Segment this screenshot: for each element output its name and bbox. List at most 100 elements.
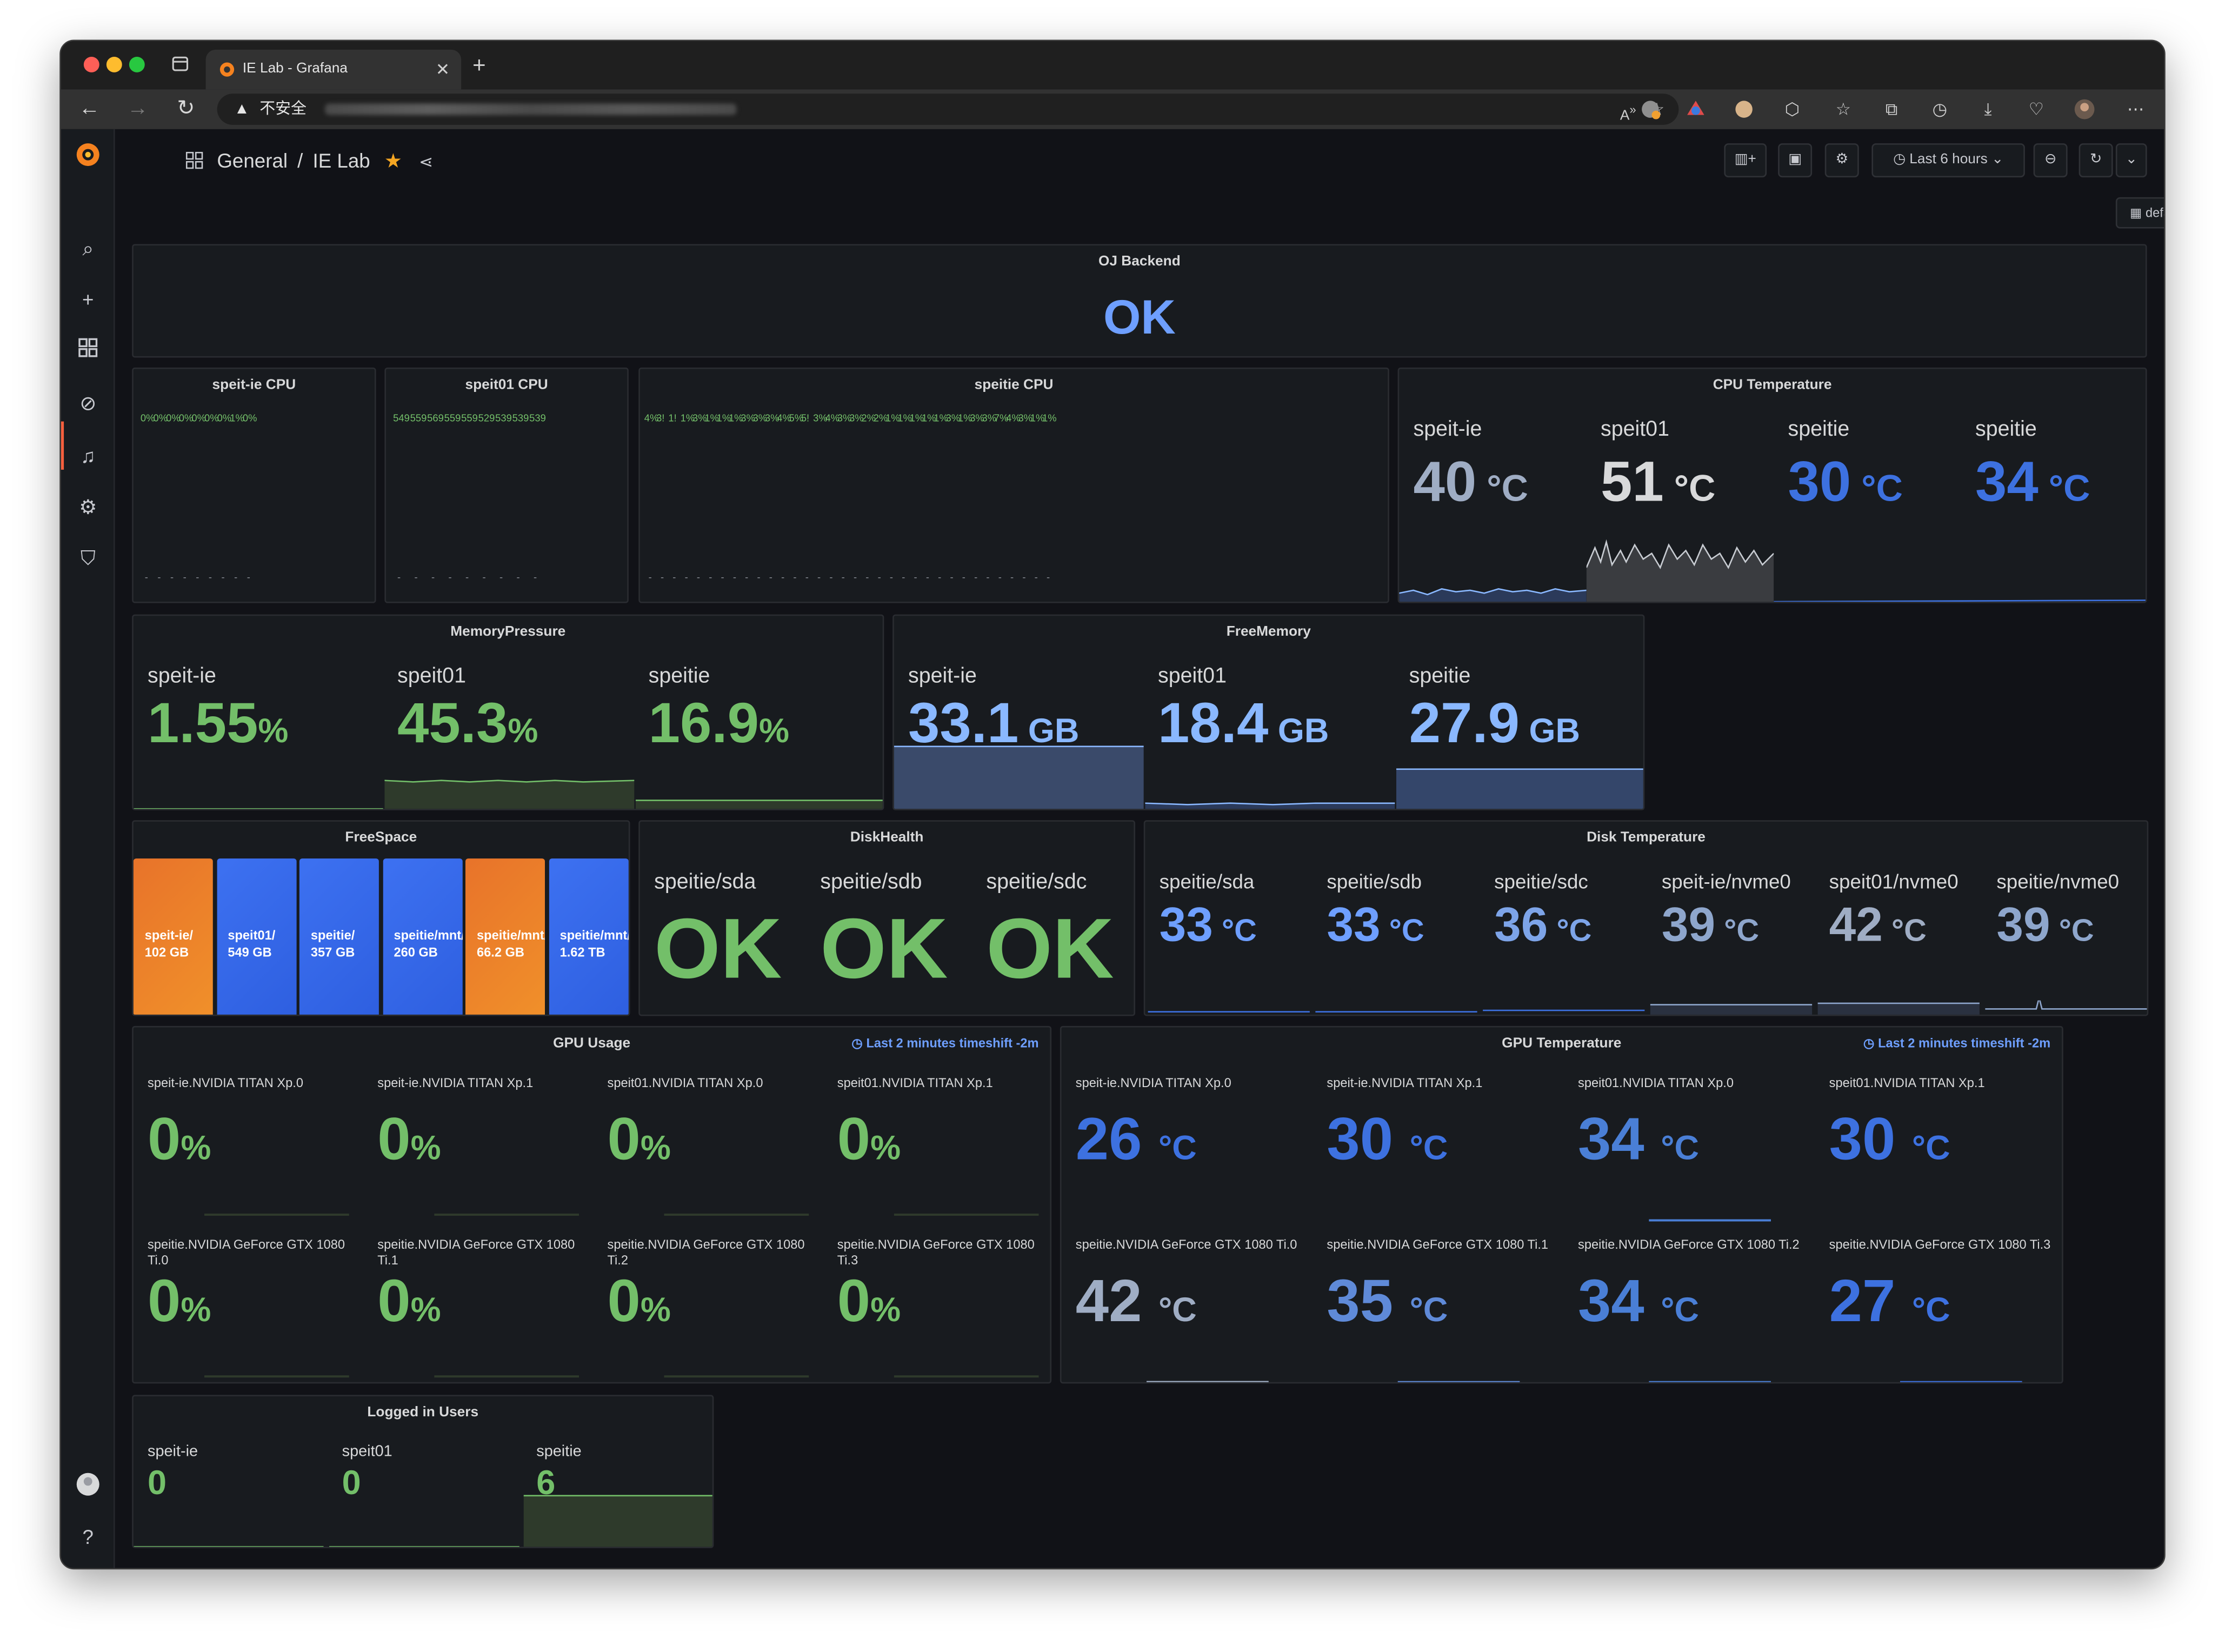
panel-title[interactable]: speitie CPU <box>640 377 1388 393</box>
history-icon[interactable]: ◷ <box>1928 98 1951 121</box>
reload-icon[interactable]: ↻ <box>172 94 201 125</box>
zoom-window-button[interactable] <box>129 57 145 72</box>
stat-label: speit01/nvme0 <box>1829 870 1958 893</box>
help-icon[interactable]: ? <box>74 1523 103 1551</box>
add-panel-button[interactable]: ▥+ <box>1724 143 1767 178</box>
extension-color-icon[interactable] <box>1684 98 1707 121</box>
free-space-tile[interactable]: speitie/357 GB <box>299 858 379 1015</box>
save-dashboard-icon[interactable]: ▣ <box>1778 143 1813 178</box>
cpu-core-label: 1% <box>230 414 244 424</box>
cpu-core-dash: - <box>534 573 537 583</box>
cpu-core-dash: - <box>234 573 238 583</box>
collections-icon[interactable]: ⧉ <box>1880 98 1903 121</box>
panel-title[interactable]: FreeSpace <box>134 830 629 846</box>
cpu-core-dash: - <box>877 573 881 583</box>
search-icon[interactable]: ⌕ <box>74 234 103 263</box>
cpu-core-dash: - <box>196 573 199 583</box>
configuration-gear-icon[interactable]: ⚙ <box>74 492 103 521</box>
refresh-interval-chevron-icon[interactable]: ⌄ <box>2115 143 2147 178</box>
free-space-tile[interactable]: speit01/549 GB <box>216 858 296 1015</box>
gpu-label: speitie.NVIDIA GeForce GTX 1080 Ti.1 <box>1327 1237 1549 1252</box>
cpu-core-label: 539 <box>529 414 546 424</box>
sparkline <box>133 808 383 809</box>
read-aloud-icon[interactable]: A» <box>1620 94 1636 132</box>
warning-icon: ▲ <box>234 101 250 118</box>
time-range-picker[interactable]: ◷ Last 6 hours ⌄ <box>1871 143 2025 178</box>
cpu-core-dash: - <box>709 573 712 583</box>
cpu-core-dash: - <box>1022 573 1026 583</box>
cpu-core-label: 0% <box>217 414 232 424</box>
alerting-bell-icon[interactable]: ♫ <box>74 441 103 470</box>
close-tab-icon[interactable]: ✕ <box>436 50 450 90</box>
dashboard-settings-icon[interactable]: ⚙ <box>1824 143 1859 178</box>
panel-title[interactable]: speit01 CPU <box>386 377 627 393</box>
extension-face-icon[interactable] <box>1733 98 1755 121</box>
stat-value: 45.3% <box>397 692 538 755</box>
minimize-window-button[interactable] <box>106 57 122 72</box>
close-window-button[interactable] <box>83 57 99 72</box>
new-tab-button[interactable]: + <box>472 50 486 84</box>
stat-label: speit01 <box>397 664 466 689</box>
panel-title[interactable]: DiskHealth <box>640 830 1134 846</box>
panel-speit-ie-cpu: speit-ie CPU 0% - 0% - 0% - 0% - 0% - 0% - 0% - 1% - 0% - <box>132 367 376 603</box>
server-admin-shield-icon[interactable]: ⛉ <box>74 543 103 572</box>
dashboard-title[interactable]: IE Lab <box>312 149 370 172</box>
panel-title[interactable]: Disk Temperature <box>1145 830 2147 846</box>
user-avatar[interactable] <box>74 1471 103 1500</box>
stat-value: 16.9% <box>648 692 790 755</box>
free-space-tile[interactable]: speitie/mnt/260 GB <box>382 858 462 1015</box>
free-space-tile[interactable]: speit-ie/102 GB <box>133 858 213 1015</box>
cpu-core-label: 529 <box>478 414 495 424</box>
refresh-icon[interactable]: ↻ <box>2079 143 2113 178</box>
zoom-out-icon[interactable]: ⊖ <box>2033 143 2068 178</box>
panel-title[interactable]: MemoryPressure <box>134 624 883 640</box>
grafana-home-logo-icon[interactable] <box>74 141 103 169</box>
cpu-core-dash: - <box>482 573 486 583</box>
explore-compass-icon[interactable]: ⊘ <box>74 389 103 417</box>
cpu-core-dash: - <box>950 573 954 583</box>
view-mode-button[interactable]: ▦ default <box>2115 197 2164 229</box>
sparkline <box>1649 1219 1771 1222</box>
more-menu-icon[interactable]: ⋯ <box>2124 98 2147 121</box>
cpu-core-dash: - <box>865 573 869 583</box>
tab-actions-icon[interactable] <box>172 55 192 75</box>
browser-essentials-icon[interactable]: ♡ <box>2025 98 2048 121</box>
panel-title[interactable]: FreeMemory <box>894 624 1643 640</box>
tile-name: speitie/mnt/ <box>394 928 462 942</box>
stat-value: 33 °C <box>1159 898 1257 952</box>
cpu-core-dash: - <box>247 573 250 583</box>
browser-tab-ie-lab[interactable]: IE Lab - Grafana ✕ <box>205 49 462 90</box>
panel-title[interactable]: CPU Temperature <box>1399 377 2146 393</box>
free-space-tile[interactable]: speitie/mnt/66.2 GB <box>465 858 545 1015</box>
panel-title[interactable]: Logged in Users <box>134 1405 712 1421</box>
panel-title[interactable]: OJ Backend <box>134 254 2146 270</box>
dashboards-icon[interactable] <box>74 336 103 365</box>
cpu-core-dash: - <box>221 573 225 583</box>
favorites-icon[interactable]: ☆ <box>1832 98 1855 121</box>
profile-avatar[interactable] <box>2073 98 2096 121</box>
create-icon[interactable]: + <box>74 285 103 314</box>
forward-icon[interactable]: → <box>123 94 152 125</box>
sparkline <box>894 745 1144 809</box>
share-icon[interactable]: ⋖ <box>419 152 433 172</box>
free-space-tile[interactable]: speitie/mnt/1.62 TB <box>548 858 628 1015</box>
extension-wechat-icon[interactable] <box>1639 98 1662 121</box>
sparkline <box>1774 599 2146 602</box>
sparkline <box>664 1214 809 1216</box>
tv-mode-icon[interactable]: ▭ <box>2164 143 2166 177</box>
cpu-core-dash: - <box>431 573 435 583</box>
cpu-core-dash: - <box>1034 573 1038 583</box>
star-icon[interactable]: ★ <box>384 149 402 172</box>
stat-label: speit-ie <box>1413 417 1482 442</box>
grid-small-icon: ▦ <box>2130 205 2142 220</box>
extensions-icon[interactable]: ⬡ <box>1781 98 1803 121</box>
panel-title[interactable]: speit-ie CPU <box>134 377 375 393</box>
cpu-core-label: 5! <box>801 414 810 424</box>
address-bar[interactable]: ▲ 不安全 A» ☆ <box>217 94 1679 125</box>
breadcrumb-folder[interactable]: General <box>217 149 288 172</box>
back-icon[interactable]: ← <box>75 94 104 125</box>
downloads-icon[interactable]: ⤓ <box>1977 98 2000 121</box>
sparkline <box>1398 1217 1525 1231</box>
clock-icon: ◷ <box>1863 1036 1875 1050</box>
active-indicator <box>61 421 64 470</box>
